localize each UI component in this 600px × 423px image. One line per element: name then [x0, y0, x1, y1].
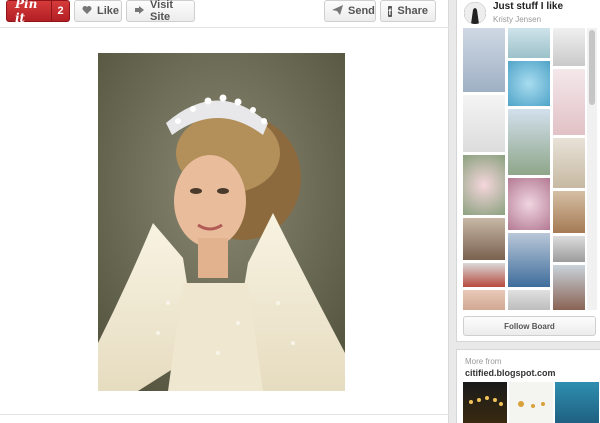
board-thumbnail[interactable] — [463, 28, 505, 92]
visit-site-button[interactable]: Visit Site — [126, 0, 195, 23]
share-label: Share — [397, 5, 428, 17]
external-link-icon — [134, 5, 145, 18]
board-card: Just stuff I like Kristy Jensen Follow B… — [456, 0, 600, 342]
board-thumbnail[interactable] — [553, 28, 585, 66]
like-button[interactable]: Like — [74, 0, 122, 22]
board-thumbnail[interactable] — [553, 236, 585, 262]
board-thumbnail[interactable] — [553, 69, 585, 135]
pin-panel: Pin it 2 Like Visit Site Send f Share — [0, 0, 449, 423]
pin-image[interactable] — [98, 53, 345, 391]
pin-page: Pin it 2 Like Visit Site Send f Share Ju… — [0, 0, 600, 423]
share-button[interactable]: f Share — [380, 0, 436, 22]
send-label: Send — [348, 5, 375, 17]
more-thumbnail[interactable] — [555, 382, 599, 423]
repin-count: 2 — [51, 1, 69, 21]
board-thumbnail[interactable] — [463, 290, 505, 310]
board-thumbnail[interactable] — [553, 265, 585, 310]
board-scrollbar-thumb[interactable] — [589, 30, 595, 105]
board-thumbnail[interactable] — [553, 138, 585, 188]
board-thumbnail-grid — [463, 28, 585, 310]
board-thumbnail[interactable] — [508, 28, 550, 58]
board-thumbnail[interactable] — [508, 233, 550, 287]
more-thumbnail[interactable] — [509, 382, 553, 423]
board-thumbnail[interactable] — [508, 290, 550, 310]
heart-icon — [82, 5, 92, 18]
like-label: Like — [97, 5, 120, 17]
paper-plane-icon — [332, 4, 343, 18]
more-from-source[interactable]: citified.blogspot.com — [465, 368, 556, 378]
more-from-label: More from — [465, 357, 502, 366]
send-button[interactable]: Send — [324, 0, 376, 22]
pinit-label: Pin it — [15, 0, 38, 25]
board-owner[interactable]: Kristy Jensen — [493, 15, 541, 24]
visit-site-label: Visit Site — [150, 0, 174, 23]
board-thumbnail[interactable] — [463, 95, 505, 152]
pinit-button[interactable]: Pin it 2 — [6, 0, 70, 25]
more-from-card: More from citified.blogspot.com — [456, 349, 600, 423]
portrait-photo — [98, 53, 345, 391]
more-thumbnail[interactable] — [463, 382, 507, 423]
board-thumbnail[interactable] — [508, 109, 550, 175]
board-thumbnail[interactable] — [463, 218, 505, 260]
board-thumbnail[interactable] — [463, 263, 505, 287]
board-thumbnail[interactable] — [508, 178, 550, 230]
facebook-icon: f — [388, 5, 393, 17]
divider — [0, 414, 449, 415]
board-title[interactable]: Just stuff I like — [493, 1, 563, 12]
pin-toolbar: Pin it 2 Like Visit Site Send f Share — [0, 0, 449, 28]
board-thumbnail[interactable] — [553, 191, 585, 233]
board-thumbnail[interactable] — [463, 155, 505, 215]
avatar[interactable] — [464, 2, 486, 24]
board-thumbnail[interactable] — [508, 61, 550, 106]
follow-board-button[interactable]: Follow Board — [463, 316, 596, 336]
